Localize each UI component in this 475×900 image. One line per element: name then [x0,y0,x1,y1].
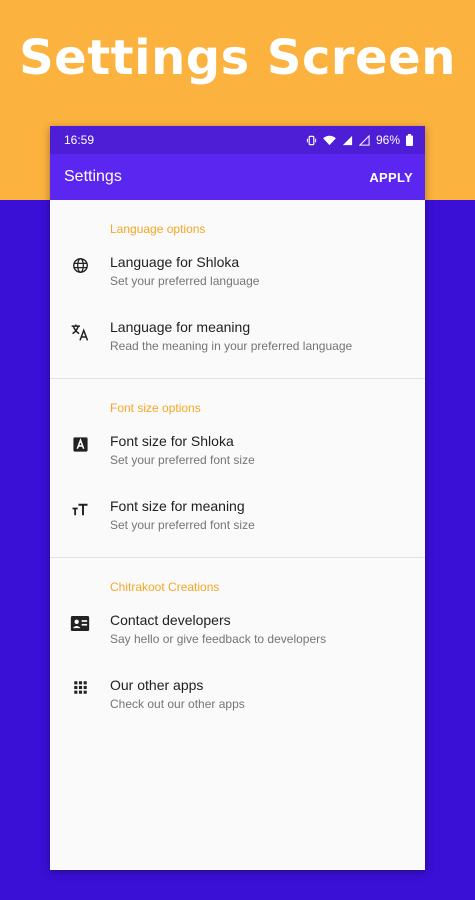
item-subtitle: Check out our other apps [110,697,245,711]
banner-title: Settings Screen [19,30,456,86]
battery-icon [406,134,413,146]
item-title: Language for Shloka [110,254,240,270]
status-icons: 96% [306,133,413,147]
globe-icon [50,253,110,274]
item-title: Font size for Shloka [110,433,234,449]
app-title: Settings [64,168,122,185]
item-title: Our other apps [110,677,204,693]
item-subtitle: Read the meaning in your preferred langu… [110,339,353,353]
status-bar: 16:59 96% [50,126,425,154]
phone-screen: 16:59 96% Settings APPLY Language option [50,126,425,870]
item-subtitle: Set your preferred font size [110,518,255,532]
section-header: Language options [110,222,206,236]
translate-icon [50,318,110,342]
item-subtitle: Say hello or give feedback to developers [110,632,327,646]
battery-level: 96% [375,133,400,147]
settings-item-font-size-shloka[interactable]: Font size for Shloka Set your preferred … [50,421,425,486]
settings-item-language-shloka[interactable]: Language for Shloka Set your preferred l… [50,242,425,307]
app-bar: Settings APPLY [50,154,425,200]
apps-grid-icon [50,676,110,695]
settings-item-language-meaning[interactable]: Language for meaning Read the meaning in… [50,307,425,372]
wifi-icon [323,135,336,146]
item-subtitle: Set your preferred language [110,274,260,288]
section-language-options: Language options Language for Shloka Set… [50,200,425,379]
section-header: Chitrakoot Creations [110,580,220,594]
apply-button[interactable]: APPLY [369,170,413,185]
settings-item-other-apps[interactable]: Our other apps Check out our other apps [50,665,425,730]
signal-icon [342,135,353,146]
text-size-icon [50,497,110,519]
item-title: Font size for meaning [110,498,245,514]
item-title: Contact developers [110,612,231,628]
settings-item-font-size-meaning[interactable]: Font size for meaning Set your preferred… [50,486,425,551]
settings-item-contact-developers[interactable]: Contact developers Say hello or give fee… [50,600,425,665]
status-time: 16:59 [64,133,95,147]
contact-card-icon [50,611,110,632]
section-chitrakoot-creations: Chitrakoot Creations Contact developers … [50,558,425,736]
signal-secondary-icon [358,134,370,146]
vibrate-icon [306,135,317,146]
font-box-icon [50,432,110,453]
section-font-size-options: Font size options Font size for Shloka S… [50,379,425,558]
item-title: Language for meaning [110,319,251,335]
item-subtitle: Set your preferred font size [110,453,255,467]
section-header: Font size options [110,401,201,415]
